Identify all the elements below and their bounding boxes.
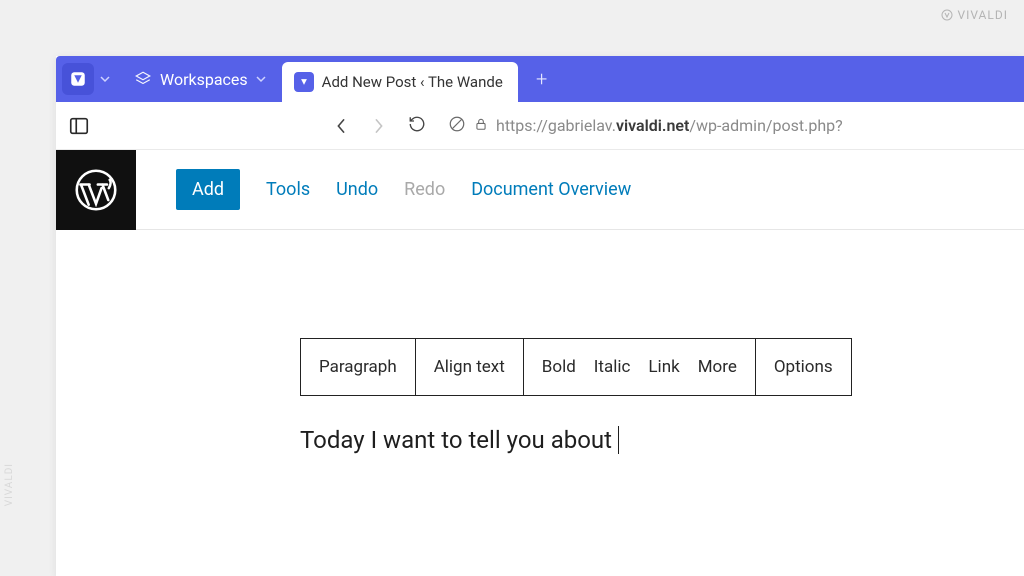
nav-buttons	[328, 114, 430, 138]
vivaldi-menu-caret-icon[interactable]	[96, 74, 114, 84]
address-toolbar: https://gabrielav.vivaldi.net/wp-admin/p…	[56, 102, 1024, 150]
browser-window: Workspaces Add New Post ‹ The Wande +	[56, 56, 1024, 576]
tab-strip: Workspaces Add New Post ‹ The Wande +	[56, 56, 1024, 102]
workspaces-icon	[134, 70, 152, 88]
tab-title: Add New Post ‹ The Wande	[322, 73, 503, 91]
editor-canvas[interactable]: Paragraph Align text Bold Italic Link Mo…	[56, 230, 1024, 454]
undo-button[interactable]: Undo	[336, 179, 378, 200]
tab-favicon-icon	[294, 72, 314, 92]
workspaces-button[interactable]: Workspaces	[116, 56, 280, 102]
url-text: https://gabrielav.vivaldi.net/wp-admin/p…	[496, 116, 843, 135]
text-caret	[618, 426, 619, 454]
add-block-button[interactable]: Add	[176, 169, 240, 210]
panel-toggle-button[interactable]	[64, 111, 94, 141]
bold-button[interactable]: Bold	[542, 357, 576, 377]
back-button[interactable]	[328, 114, 354, 138]
paragraph-text: Today I want to tell you about	[300, 426, 612, 454]
redo-button[interactable]: Redo	[404, 179, 445, 200]
wordpress-logo-icon	[74, 168, 118, 212]
paragraph-block[interactable]: Today I want to tell you about	[300, 426, 1024, 454]
wp-top-toolbar: Add Tools Undo Redo Document Overview	[56, 150, 1024, 230]
link-button[interactable]: Link	[648, 357, 679, 377]
wordpress-editor: Add Tools Undo Redo Document Overview Pa…	[56, 150, 1024, 576]
chevron-down-icon	[256, 74, 266, 84]
browser-tab[interactable]: Add New Post ‹ The Wande	[282, 62, 518, 102]
vivaldi-watermark: VIVALDI	[941, 8, 1008, 22]
new-tab-button[interactable]: +	[528, 65, 556, 93]
align-text-button[interactable]: Align text	[416, 339, 524, 395]
address-field[interactable]: https://gabrielav.vivaldi.net/wp-admin/p…	[448, 115, 1018, 137]
options-button[interactable]: Options	[756, 339, 851, 395]
wp-toolbar-actions: Add Tools Undo Redo Document Overview	[176, 169, 631, 210]
content-blocker-icon[interactable]	[448, 115, 466, 137]
vivaldi-menu-button[interactable]	[62, 63, 94, 95]
block-toolbar: Paragraph Align text Bold Italic Link Mo…	[300, 338, 852, 396]
italic-button[interactable]: Italic	[594, 357, 631, 377]
plus-icon: +	[536, 67, 547, 91]
block-type-button[interactable]: Paragraph	[301, 339, 416, 395]
document-overview-button[interactable]: Document Overview	[471, 179, 631, 200]
tools-button[interactable]: Tools	[266, 179, 310, 200]
more-button[interactable]: More	[698, 357, 737, 377]
workspaces-label: Workspaces	[160, 70, 248, 89]
lock-icon[interactable]	[474, 117, 488, 135]
forward-button[interactable]	[366, 114, 392, 138]
vivaldi-watermark-side: VIVALDI	[4, 463, 15, 506]
reload-button[interactable]	[404, 114, 430, 138]
wordpress-logo[interactable]	[56, 150, 136, 230]
